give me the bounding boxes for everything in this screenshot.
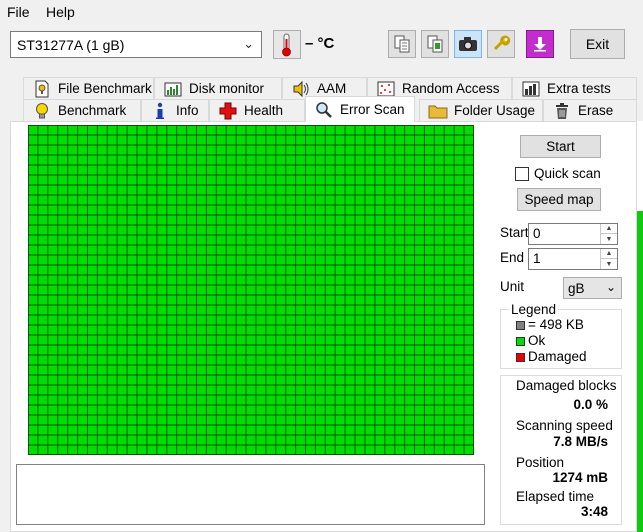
tab-extra-tests[interactable]: Extra tests xyxy=(512,77,637,99)
temperature-button[interactable] xyxy=(273,30,301,59)
screenshot-button[interactable] xyxy=(454,30,482,58)
disk-monitor-icon xyxy=(163,80,183,98)
legend-untested-swatch xyxy=(516,321,525,330)
legend-damaged-label: Damaged xyxy=(528,349,587,364)
spin-up-icon[interactable]: ▲ xyxy=(601,249,617,259)
start-button[interactable]: Start xyxy=(520,135,601,158)
speaker-icon xyxy=(291,80,311,98)
unit-label: Unit xyxy=(500,279,525,294)
legend-damaged-swatch xyxy=(516,353,525,362)
copy-screenshot-icon xyxy=(427,35,443,53)
elapsed-time-label: Elapsed time xyxy=(516,489,595,504)
menu-file-label: File xyxy=(7,4,30,20)
end-spin-arrows[interactable]: ▲ ▼ xyxy=(600,249,617,269)
save-down-icon xyxy=(534,37,546,52)
legend-ok-label: Ok xyxy=(528,333,546,348)
end-position-value: 1 xyxy=(533,251,541,266)
drive-select-value: ST31277A (1 gB) xyxy=(17,37,125,53)
tab-label: Health xyxy=(244,103,284,118)
tab-label: Info xyxy=(176,103,199,118)
speed-map-button[interactable]: Speed map xyxy=(517,188,601,211)
tab-label: File Benchmark xyxy=(58,81,152,96)
exit-button-label: Exit xyxy=(585,36,610,52)
tab-label: Erase xyxy=(578,103,614,118)
tab-label: AAM xyxy=(317,81,347,96)
file-benchmark-icon xyxy=(32,80,52,98)
lightbulb-icon xyxy=(32,102,52,120)
quick-scan-label: Quick scan xyxy=(534,166,601,181)
extra-tests-icon xyxy=(521,80,541,98)
tab-health[interactable]: Health xyxy=(209,99,305,121)
tab-label: Error Scan xyxy=(340,102,405,117)
block-grid xyxy=(28,125,474,455)
damaged-blocks-label: Damaged blocks xyxy=(516,378,617,393)
temperature-readout: – °C xyxy=(305,35,335,52)
end-position-input[interactable]: 1 ▲ ▼ xyxy=(528,248,618,270)
tab-label: Folder Usage xyxy=(454,103,536,118)
unit-select[interactable]: gB ⌄ xyxy=(563,277,622,299)
magnifier-icon xyxy=(314,101,334,119)
tab-disk-monitor[interactable]: Disk monitor xyxy=(154,77,282,99)
position-label: Position xyxy=(516,455,565,470)
spin-down-icon[interactable]: ▼ xyxy=(601,259,617,269)
position-value: 1274 mB xyxy=(552,470,608,485)
tab-file-benchmark[interactable]: File Benchmark xyxy=(23,77,154,99)
start-position-input[interactable]: 0 ▲ ▼ xyxy=(528,223,618,245)
end-field-label: End xyxy=(500,250,525,265)
scanning-speed-value: 7.8 MB/s xyxy=(553,434,608,449)
tab-info[interactable]: Info xyxy=(141,99,209,121)
tab-benchmark[interactable]: Benchmark xyxy=(23,99,141,121)
quick-scan-checkbox[interactable] xyxy=(515,167,529,181)
copy-screenshot-button[interactable] xyxy=(421,30,449,58)
start-position-value: 0 xyxy=(533,226,541,241)
exit-button[interactable]: Exit xyxy=(570,29,625,59)
start-spin-arrows[interactable]: ▲ ▼ xyxy=(600,224,617,244)
scanning-speed-label: Scanning speed xyxy=(516,418,613,433)
menu-file[interactable]: File xyxy=(7,4,30,20)
tab-label: Disk monitor xyxy=(189,81,265,96)
trash-icon xyxy=(552,102,572,120)
legend-ok-swatch xyxy=(516,337,525,346)
info-icon xyxy=(150,102,170,120)
thermometer-icon xyxy=(282,33,291,57)
tab-label: Random Access xyxy=(402,81,500,96)
legend-block-size: = 498 KB xyxy=(528,317,584,332)
chevron-down-icon: ⌄ xyxy=(605,280,616,294)
tab-erase[interactable]: Erase xyxy=(543,99,637,121)
menu-bar: File Help xyxy=(0,0,643,24)
camera-icon xyxy=(459,37,477,51)
wrench-icon xyxy=(493,35,511,51)
spin-down-icon[interactable]: ▼ xyxy=(601,234,617,244)
copy-text-button[interactable] xyxy=(388,30,416,58)
random-access-icon xyxy=(376,80,396,98)
copy-text-icon xyxy=(394,35,410,53)
tab-folder-usage[interactable]: Folder Usage xyxy=(419,99,543,121)
damaged-blocks-value: 0.0 % xyxy=(573,397,608,412)
elapsed-time-value: 3:48 xyxy=(580,504,608,519)
speed-map-button-label: Speed map xyxy=(524,192,594,207)
tab-label: Extra tests xyxy=(547,81,611,96)
tab-label: Benchmark xyxy=(58,103,127,118)
save-button[interactable] xyxy=(526,30,554,58)
drive-select[interactable]: ST31277A (1 gB) ⌄ xyxy=(10,31,262,58)
menu-help-label: Help xyxy=(46,4,75,20)
chevron-down-icon: ⌄ xyxy=(243,36,254,51)
start-button-label: Start xyxy=(546,139,575,154)
health-cross-icon xyxy=(218,102,238,120)
legend-title: Legend xyxy=(509,302,559,317)
options-button[interactable] xyxy=(487,30,515,58)
start-field-label: Start xyxy=(500,225,529,240)
unit-select-value: gB xyxy=(568,281,585,296)
scan-log-box[interactable] xyxy=(16,464,485,525)
right-edge-green xyxy=(637,211,643,532)
spin-up-icon[interactable]: ▲ xyxy=(601,224,617,234)
menu-help[interactable]: Help xyxy=(46,4,75,20)
tab-error-scan[interactable]: Error Scan xyxy=(305,96,415,122)
right-edge-strip xyxy=(637,121,643,532)
folder-icon xyxy=(428,102,448,120)
